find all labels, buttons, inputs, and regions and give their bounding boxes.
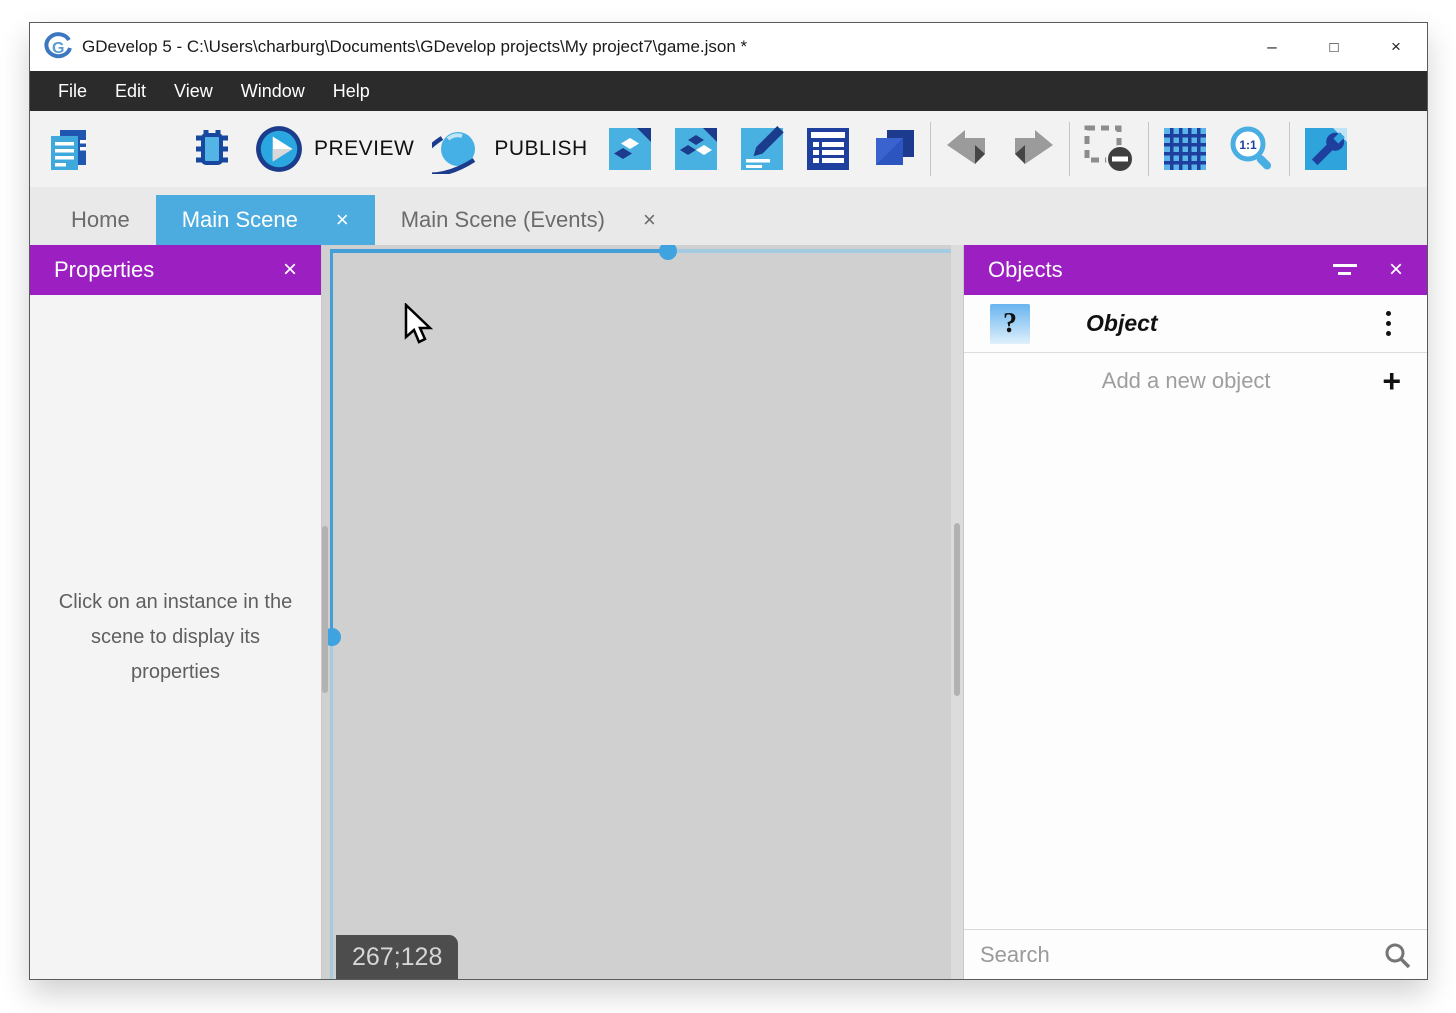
properties-panel: Properties × Click on an instance in the…: [30, 245, 322, 979]
tab-main-scene[interactable]: Main Scene ×: [156, 195, 375, 245]
object-groups-icon: [672, 125, 720, 173]
zoom-1-1-button[interactable]: 1:1: [1227, 124, 1277, 174]
menu-help[interactable]: Help: [319, 71, 384, 111]
add-object-label: Add a new object: [990, 368, 1382, 394]
objects-list-empty-area: [964, 408, 1427, 929]
toggle-grid-button[interactable]: [1161, 125, 1209, 173]
debug-icon: [188, 125, 236, 173]
scene-window-border-top-ext: [668, 249, 953, 253]
menu-edit[interactable]: Edit: [101, 71, 160, 111]
menu-file[interactable]: File: [44, 71, 101, 111]
canvas-scrollbar-left[interactable]: [322, 526, 328, 693]
publish-button[interactable]: PUBLISH: [432, 124, 587, 174]
toolbar-separator: [930, 122, 931, 176]
cursor-coordinates-badge: 267;128: [336, 935, 458, 979]
preview-button[interactable]: PREVIEW: [254, 124, 414, 174]
open-settings-button[interactable]: [1302, 125, 1350, 173]
edit-scene-icon: [738, 125, 786, 173]
redo-icon: [1009, 128, 1057, 170]
svg-text:1:1: 1:1: [1239, 138, 1257, 152]
canvas-scrollbar-right[interactable]: [954, 523, 960, 696]
play-icon: [254, 124, 304, 174]
object-unknown-thumbnail-icon: ?: [990, 304, 1030, 344]
close-button[interactable]: ×: [1365, 23, 1427, 71]
scene-window-border-left: [330, 249, 333, 637]
project-manager-button[interactable]: [44, 125, 92, 173]
properties-body: Click on an instance in the scene to dis…: [30, 295, 321, 979]
objects-editor-button[interactable]: [606, 125, 654, 173]
toolbar-separator: [1289, 122, 1290, 176]
title-bar: G GDevelop 5 - C:\Users\charburg\Documen…: [30, 23, 1427, 71]
properties-header: Properties ×: [30, 245, 321, 295]
layers-editor-button[interactable]: [804, 125, 852, 173]
tab-home[interactable]: Home: [45, 195, 156, 245]
scene-window-border-left-ext: [330, 637, 333, 979]
objects-title: Objects: [988, 257, 1333, 283]
grid-icon: [1161, 125, 1209, 173]
preview-label: PREVIEW: [314, 137, 414, 161]
menu-bar: File Edit View Window Help: [30, 71, 1427, 111]
close-icon[interactable]: ×: [283, 258, 297, 282]
toolbar-separator: [1148, 122, 1149, 176]
zoom-1-1-icon: 1:1: [1227, 124, 1277, 174]
maximize-button[interactable]: □: [1303, 23, 1365, 71]
layers-list-icon: [804, 125, 852, 173]
scene-canvas[interactable]: 267;128: [322, 245, 963, 979]
clear-selection-button[interactable]: [1082, 123, 1136, 175]
mouse-cursor-icon: [402, 303, 436, 347]
objects-header: Objects ×: [964, 245, 1427, 295]
menu-view[interactable]: View: [160, 71, 227, 111]
app-window: G GDevelop 5 - C:\Users\charburg\Documen…: [29, 22, 1428, 980]
object-groups-button[interactable]: [672, 125, 720, 173]
add-object-plus-icon[interactable]: +: [1382, 365, 1401, 397]
object-name: Object: [1086, 310, 1375, 337]
editor-tab-bar: Home Main Scene × Main Scene (Events) ×: [30, 187, 1427, 245]
undo-icon: [943, 128, 991, 170]
scene-window-border-top: [330, 249, 668, 253]
toolbar: PREVIEW PUBLISH: [30, 111, 1427, 187]
object-list-item[interactable]: ? Object: [964, 295, 1427, 353]
object-menu-icon[interactable]: [1375, 311, 1401, 336]
toolbar-separator: [1069, 122, 1070, 176]
tab-close-icon[interactable]: ×: [336, 209, 349, 231]
tab-close-icon[interactable]: ×: [643, 209, 656, 231]
properties-placeholder-text: Click on an instance in the scene to dis…: [50, 585, 302, 690]
redo-button[interactable]: [1009, 128, 1057, 170]
search-input[interactable]: [980, 942, 1383, 968]
objects-editor-icon: [606, 125, 654, 173]
add-object-row[interactable]: Add a new object +: [964, 353, 1427, 408]
tab-label: Main Scene: [182, 207, 298, 233]
objects-panel: Objects × ? Object Add a new object +: [963, 245, 1427, 979]
wrench-icon: [1302, 125, 1350, 173]
project-manager-icon: [44, 125, 92, 173]
minimize-button[interactable]: –: [1241, 23, 1303, 71]
close-icon[interactable]: ×: [1389, 258, 1403, 282]
publish-label: PUBLISH: [494, 137, 587, 161]
undo-button[interactable]: [943, 128, 991, 170]
menu-window[interactable]: Window: [227, 71, 319, 111]
instances-list-button[interactable]: [870, 125, 918, 173]
window-title: GDevelop 5 - C:\Users\charburg\Documents…: [82, 37, 1241, 57]
debug-button[interactable]: [188, 125, 236, 173]
globe-icon: [432, 124, 484, 174]
deselect-icon: [1082, 123, 1136, 175]
properties-title: Properties: [54, 257, 283, 283]
objects-search-bar: [964, 929, 1427, 979]
svg-text:G: G: [52, 40, 64, 57]
tab-main-scene-events[interactable]: Main Scene (Events) ×: [375, 195, 682, 245]
tab-label: Home: [71, 207, 130, 233]
filter-icon[interactable]: [1333, 262, 1357, 278]
gdevelop-logo-icon: G: [44, 32, 74, 62]
window-controls: – □ ×: [1241, 23, 1427, 71]
main-content: Properties × Click on an instance in the…: [30, 245, 1427, 979]
tab-label: Main Scene (Events): [401, 207, 605, 233]
scene-resize-handle-top[interactable]: [659, 245, 677, 260]
search-icon[interactable]: [1383, 941, 1411, 969]
scene-properties-button[interactable]: [738, 125, 786, 173]
instances-icon: [870, 125, 918, 173]
